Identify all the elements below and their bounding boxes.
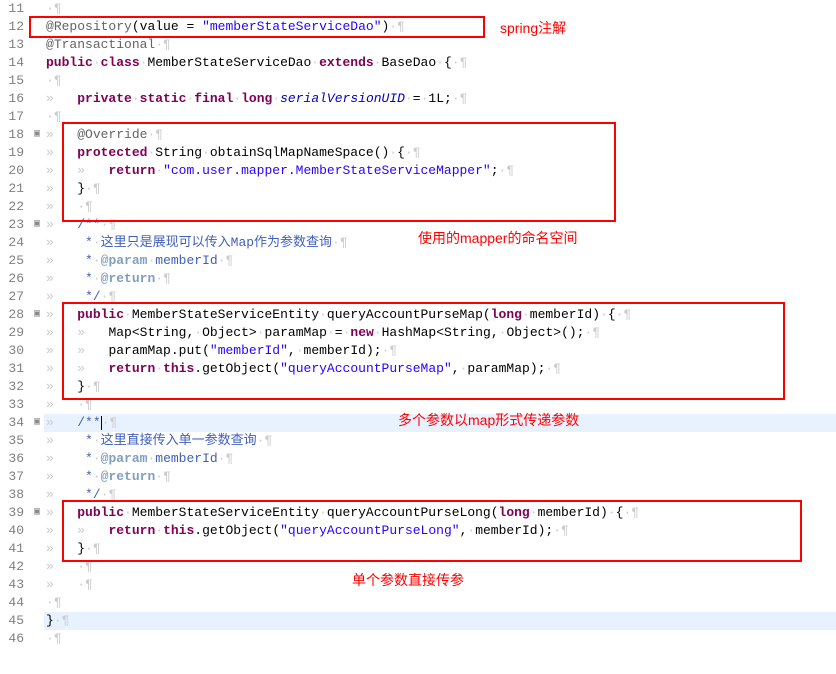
code-line[interactable]: ·¶ — [44, 72, 836, 90]
code-line[interactable]: » private·static·final·long·serialVersio… — [44, 90, 836, 108]
code-line[interactable]: public·class·MemberStateServiceDao·exten… — [44, 54, 836, 72]
code-line[interactable]: » public·MemberStateServiceEntity·queryA… — [44, 504, 836, 522]
code-line[interactable]: » }·¶ — [44, 540, 836, 558]
code-line[interactable]: » » return·this.getObject("queryAccountP… — [44, 522, 836, 540]
code-line[interactable]: » ·¶ — [44, 576, 836, 594]
code-area[interactable]: ·¶ @Repository(value = "memberStateServi… — [44, 0, 836, 648]
code-line[interactable]: » /**·¶ — [44, 414, 836, 432]
code-line[interactable]: }·¶ — [44, 612, 836, 630]
code-line[interactable]: » *·@param·memberId·¶ — [44, 252, 836, 270]
code-line[interactable]: ·¶ — [44, 630, 836, 648]
code-line[interactable]: » *·这里直接传入单一参数查询·¶ — [44, 432, 836, 450]
code-line[interactable]: » » Map<String,·Object>·paramMap·=·new·H… — [44, 324, 836, 342]
code-line[interactable]: » » return·"com.user.mapper.MemberStateS… — [44, 162, 836, 180]
fold-column[interactable]: ▣▣▣▣▣ — [30, 0, 44, 648]
code-line[interactable]: » » return·this.getObject("queryAccountP… — [44, 360, 836, 378]
code-line[interactable]: » }·¶ — [44, 180, 836, 198]
code-line[interactable]: » *·@return·¶ — [44, 468, 836, 486]
code-line[interactable]: ·¶ — [44, 594, 836, 612]
code-line[interactable]: » ·¶ — [44, 558, 836, 576]
code-line[interactable]: » @Override·¶ — [44, 126, 836, 144]
code-line[interactable]: » /**·¶ — [44, 216, 836, 234]
code-line[interactable]: » public·MemberStateServiceEntity·queryA… — [44, 306, 836, 324]
code-line[interactable]: » */·¶ — [44, 288, 836, 306]
code-line[interactable]: » » paramMap.put("memberId",·memberId);·… — [44, 342, 836, 360]
line-number-gutter: 1112131415161718192021222324252627282930… — [0, 0, 30, 648]
code-line[interactable]: @Repository(value = "memberStateServiceD… — [44, 18, 836, 36]
code-line[interactable]: @Transactional·¶ — [44, 36, 836, 54]
code-line[interactable]: ·¶ — [44, 108, 836, 126]
code-line[interactable]: » }·¶ — [44, 378, 836, 396]
code-line[interactable]: » protected·String·obtainSqlMapNameSpace… — [44, 144, 836, 162]
code-line[interactable]: » */·¶ — [44, 486, 836, 504]
code-line[interactable]: » ·¶ — [44, 396, 836, 414]
code-line[interactable]: » *·@return·¶ — [44, 270, 836, 288]
code-line[interactable]: » *·这里只是展现可以传入Map作为参数查询·¶ — [44, 234, 836, 252]
code-line[interactable]: » *·@param·memberId·¶ — [44, 450, 836, 468]
code-line[interactable]: ·¶ — [44, 0, 836, 18]
code-editor[interactable]: 1112131415161718192021222324252627282930… — [0, 0, 836, 648]
code-line[interactable]: » ·¶ — [44, 198, 836, 216]
